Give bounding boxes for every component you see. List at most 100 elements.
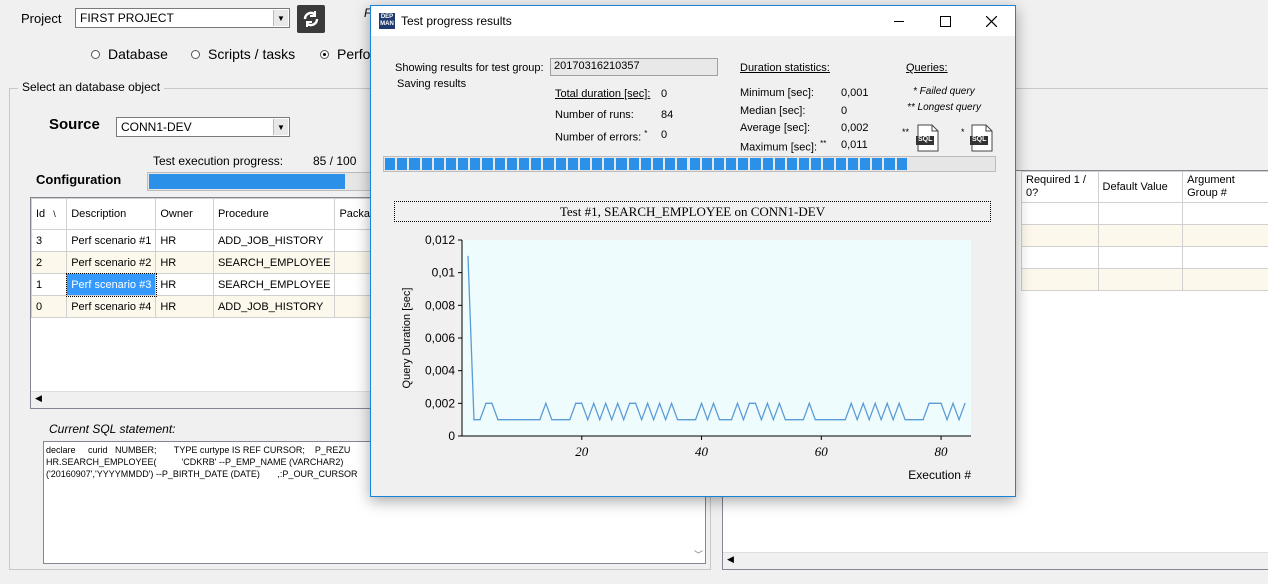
avg-value: 0,002 <box>841 122 869 134</box>
table-row[interactable]: 2 Perf scenario #2 HR SEARCH_EMPLOYEE <box>31 251 381 274</box>
cell-owner[interactable]: HR <box>155 273 214 296</box>
data-point <box>844 419 846 421</box>
table-row[interactable] <box>1021 246 1268 269</box>
table-cell[interactable] <box>1021 268 1099 291</box>
cell-id[interactable]: 2 <box>31 251 68 274</box>
group-id-field[interactable]: 20170316210357 <box>550 58 718 76</box>
failed-query-sql-button[interactable]: SQL <box>970 124 994 152</box>
scroll-left-icon[interactable]: ◀ <box>35 393 42 404</box>
data-point <box>647 402 649 404</box>
data-point <box>718 419 721 421</box>
data-point <box>946 419 948 421</box>
progress-segment <box>628 158 639 170</box>
min-label: Minimum [sec]: <box>740 87 814 99</box>
table-cell[interactable] <box>1182 268 1268 291</box>
cell-id[interactable]: 3 <box>31 229 68 252</box>
scroll-down-icon[interactable]: ﹀ <box>694 549 703 561</box>
cell-description[interactable]: Perf scenario #2 <box>66 251 157 274</box>
radio-performance-label: Perfo <box>337 46 371 62</box>
cell-description[interactable]: Perf scenario #1 <box>66 229 157 252</box>
progress-segment <box>774 158 785 170</box>
data-point <box>676 419 679 421</box>
project-combo[interactable]: FIRST PROJECT ▼ <box>75 8 290 28</box>
table-cell[interactable] <box>1021 202 1099 225</box>
table-cell[interactable] <box>1021 224 1099 247</box>
cell-id[interactable]: 0 <box>31 295 68 318</box>
col-description[interactable]: Description <box>66 198 157 230</box>
maximize-button[interactable] <box>922 6 968 36</box>
table-row[interactable]: 3 Perf scenario #1 HR ADD_JOB_HISTORY <box>31 229 381 252</box>
table-cell[interactable] <box>1097 202 1184 225</box>
x-axis-label: Execution # <box>908 468 971 482</box>
data-point <box>635 402 637 404</box>
radio-performance-dot[interactable] <box>320 49 329 59</box>
col-procedure[interactable]: Procedure <box>212 198 336 230</box>
close-button[interactable] <box>968 6 1014 36</box>
progress-segment <box>409 158 420 170</box>
progress-segment <box>494 158 505 170</box>
runs-value: 84 <box>661 109 674 121</box>
progress-segment <box>677 158 688 170</box>
cell-id[interactable]: 1 <box>31 273 68 296</box>
table-row[interactable] <box>1021 224 1268 247</box>
col-required[interactable]: Required 1 / 0? <box>1021 171 1099 203</box>
radio-performance[interactable]: Perfo <box>320 46 370 62</box>
y-tick-label: 0,008 <box>425 298 455 312</box>
cell-procedure[interactable]: SEARCH_EMPLOYEE <box>212 273 336 296</box>
col-id[interactable]: Id \ <box>31 198 68 230</box>
table-cell[interactable] <box>1182 246 1268 269</box>
progress-segment <box>665 158 676 170</box>
radio-scripts[interactable]: Scripts / tasks <box>191 46 295 62</box>
chevron-down-icon[interactable]: ▼ <box>273 10 288 26</box>
chevron-down-icon[interactable]: ▼ <box>273 119 288 135</box>
arguments-table: Required 1 / 0? Default Value Argument G… <box>1021 171 1268 291</box>
source-combo[interactable]: CONN1-DEV ▼ <box>116 117 290 137</box>
dialog-titlebar[interactable]: DEP MAN Test progress results <box>371 6 1015 36</box>
longest-query-sql-button[interactable]: SQL <box>916 124 940 152</box>
radio-scripts-dot[interactable] <box>191 49 200 59</box>
group-id-value: 20170316210357 <box>554 60 640 72</box>
table-row[interactable] <box>1021 202 1268 225</box>
scroll-left-icon[interactable]: ◀ <box>727 554 734 565</box>
progress-count: 85 / 100 <box>313 154 357 168</box>
progress-segment <box>506 158 517 170</box>
config-hscrollbar[interactable]: ◀ <box>31 391 381 408</box>
table-cell[interactable] <box>1182 224 1268 247</box>
cell-owner[interactable]: HR <box>155 295 214 318</box>
col-owner[interactable]: Owner <box>155 198 214 230</box>
cell-description-selected[interactable]: Perf scenario #3 <box>65 272 157 297</box>
col-argument-group[interactable]: Argument Group # <box>1182 171 1268 203</box>
table-row[interactable] <box>1021 268 1268 291</box>
source-value: CONN1-DEV <box>121 120 192 134</box>
radio-database-dot[interactable] <box>91 49 100 59</box>
data-point <box>479 419 481 421</box>
col-default-value[interactable]: Default Value <box>1097 171 1184 203</box>
table-cell[interactable] <box>1097 268 1184 291</box>
cell-owner[interactable]: HR <box>155 251 214 274</box>
radio-database[interactable]: Database <box>91 46 168 62</box>
table-row[interactable]: 1 Perf scenario #3 HR SEARCH_EMPLOYEE <box>31 272 381 297</box>
cell-description[interactable]: Perf scenario #4 <box>66 295 157 318</box>
showing-results-label: Showing results for test group: <box>395 62 544 74</box>
data-point <box>569 419 571 421</box>
chart-title-box: Test #1, SEARCH_EMPLOYEE on CONN1-DEV <box>394 201 991 222</box>
data-point <box>928 402 930 404</box>
table-cell[interactable] <box>1182 202 1268 225</box>
table-cell[interactable] <box>1097 224 1184 247</box>
cell-owner[interactable]: HR <box>155 229 214 252</box>
cell-procedure[interactable]: ADD_JOB_HISTORY <box>212 229 336 252</box>
table-cell[interactable] <box>1097 246 1184 269</box>
minimize-button[interactable] <box>876 6 922 36</box>
cell-procedure[interactable]: SEARCH_EMPLOYEE <box>212 251 336 274</box>
configuration-grid[interactable]: Id \ Description Owner Procedure Packa 3 … <box>30 197 382 409</box>
data-point <box>587 419 589 421</box>
arguments-table-area: Required 1 / 0? Default Value Argument G… <box>1021 171 1268 291</box>
cell-procedure[interactable]: ADD_JOB_HISTORY <box>212 295 336 318</box>
table-row[interactable]: 0 Perf scenario #4 HR ADD_JOB_HISTORY <box>31 295 381 318</box>
data-point <box>940 402 942 404</box>
data-point <box>754 402 757 404</box>
arguments-hscrollbar[interactable]: ◀ <box>723 552 1268 569</box>
refresh-button[interactable] <box>297 5 325 33</box>
data-point <box>491 402 493 404</box>
table-cell[interactable] <box>1021 246 1099 269</box>
